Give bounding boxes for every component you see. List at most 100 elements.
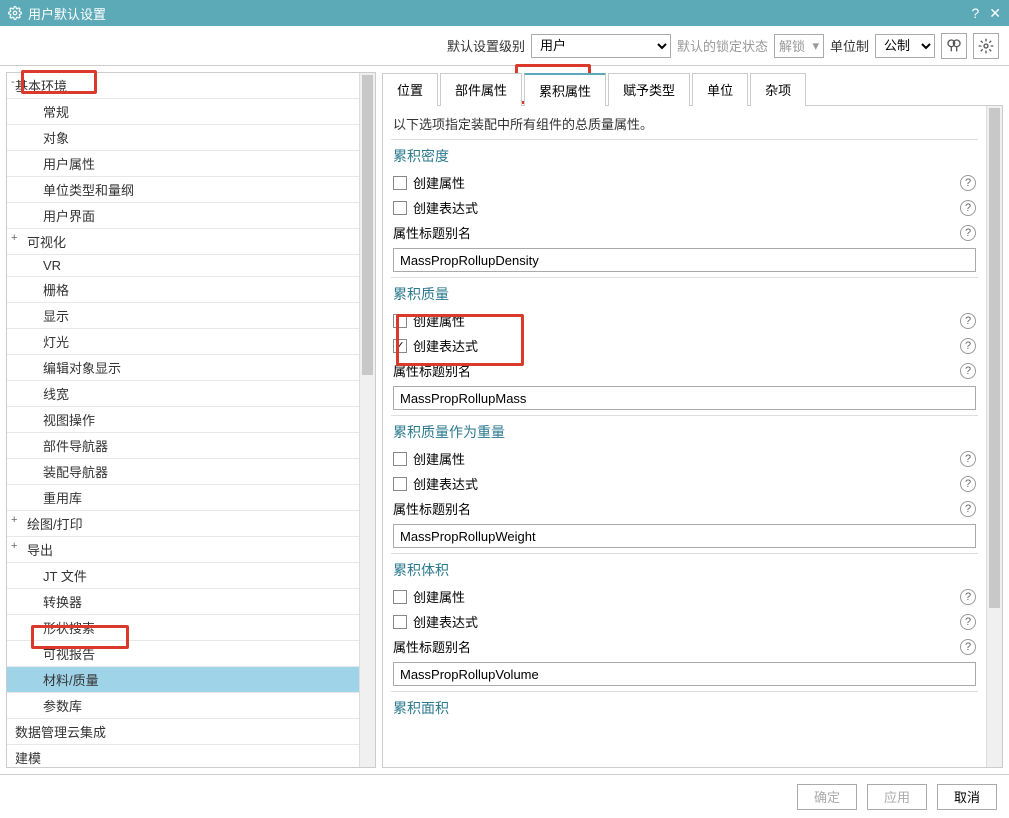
tree-item[interactable]: 显示	[7, 303, 359, 329]
help-icon[interactable]: ?	[960, 639, 976, 655]
search-icon[interactable]	[941, 33, 967, 59]
content-scrollbar[interactable]	[986, 106, 1002, 767]
tree-item[interactable]: 可视报告	[7, 641, 359, 667]
tree-item[interactable]: 灯光	[7, 329, 359, 355]
help-icon[interactable]: ?	[960, 614, 976, 630]
tree-item[interactable]: +导出	[7, 537, 359, 563]
expand-icon[interactable]: +	[11, 514, 17, 526]
tree-item[interactable]: -基本环境	[7, 73, 359, 99]
section: 累积密度创建属性?创建表达式?属性标题别名?	[391, 139, 978, 275]
checkbox[interactable]	[393, 615, 407, 629]
checkbox-label: 创建表达式	[413, 198, 478, 217]
checkbox[interactable]	[393, 314, 407, 328]
tree-item[interactable]: 部件导航器	[7, 433, 359, 459]
tab[interactable]: 位置	[382, 73, 438, 106]
tree-item[interactable]: 用户属性	[7, 151, 359, 177]
checkbox[interactable]	[393, 590, 407, 604]
tree-item[interactable]: 常规	[7, 99, 359, 125]
alias-input[interactable]	[393, 662, 976, 686]
tree-item[interactable]: + 可视化	[7, 229, 359, 255]
tree-item[interactable]: 用户界面	[7, 203, 359, 229]
expand-icon[interactable]: -	[11, 76, 15, 88]
cancel-button[interactable]: 取消	[937, 784, 997, 810]
tree-item[interactable]: 线宽	[7, 381, 359, 407]
tree-item[interactable]: 形状搜索	[7, 615, 359, 641]
help-icon[interactable]: ?	[960, 589, 976, 605]
tree-item[interactable]: +绘图/打印	[7, 511, 359, 537]
help-icon[interactable]: ?	[960, 451, 976, 467]
checkbox-label: 创建表达式	[413, 474, 478, 493]
gear-icon	[8, 6, 22, 20]
tree-scrollbar[interactable]	[359, 73, 375, 767]
unit-label: 单位制	[830, 36, 869, 55]
help-icon[interactable]: ?	[960, 338, 976, 354]
alias-input[interactable]	[393, 524, 976, 548]
expand-icon[interactable]: +	[11, 540, 17, 552]
close-button[interactable]: ✕	[989, 5, 1001, 22]
help-icon[interactable]: ?	[960, 175, 976, 191]
checkbox-label: 创建表达式	[413, 336, 478, 355]
tree-item-label: 单位类型和量纲	[43, 183, 134, 198]
tree-item[interactable]: 数据管理云集成	[7, 719, 359, 745]
checkbox[interactable]	[393, 201, 407, 215]
tree-item[interactable]: VR	[7, 255, 359, 277]
alias-label: 属性标题别名	[393, 361, 471, 380]
alias-label: 属性标题别名	[393, 637, 471, 656]
title-bar: 用户默认设置 ? ✕	[0, 0, 1009, 26]
tree-item[interactable]: 转换器	[7, 589, 359, 615]
checkbox[interactable]	[393, 452, 407, 466]
tree-item-label: 装配导航器	[43, 465, 108, 480]
tree-item-label: JT 文件	[43, 569, 87, 584]
tree-item-label: 数据管理云集成	[15, 725, 106, 740]
lock-label: 默认的锁定状态	[677, 36, 768, 55]
tree-item[interactable]: 重用库	[7, 485, 359, 511]
tab[interactable]: 部件属性	[440, 73, 522, 106]
tree-item[interactable]: JT 文件	[7, 563, 359, 589]
tab[interactable]: 单位	[692, 73, 748, 106]
ok-button[interactable]: 确定	[797, 784, 857, 810]
level-select[interactable]: 用户	[531, 34, 671, 58]
tree-item[interactable]: 装配导航器	[7, 459, 359, 485]
section: 累积面积	[391, 691, 978, 722]
help-icon[interactable]: ?	[960, 476, 976, 492]
tree-item[interactable]: 材料/质量	[7, 667, 359, 693]
footer: 确定 应用 取消	[0, 774, 1009, 818]
apply-button[interactable]: 应用	[867, 784, 927, 810]
tabs: 位置部件属性累积属性赋予类型单位杂项	[382, 72, 1003, 106]
help-icon[interactable]: ?	[960, 363, 976, 379]
tree-item[interactable]: 对象	[7, 125, 359, 151]
tree-item[interactable]: 视图操作	[7, 407, 359, 433]
checkbox[interactable]	[393, 176, 407, 190]
section: 累积质量作为重量创建属性?创建表达式?属性标题别名?	[391, 415, 978, 551]
tree-item[interactable]: 单位类型和量纲	[7, 177, 359, 203]
window-title: 用户默认设置	[28, 4, 106, 23]
tree-item[interactable]: 栅格	[7, 277, 359, 303]
lock-select: 解锁▾	[774, 34, 824, 58]
checkbox-label: 创建属性	[413, 311, 465, 330]
content-panel: 以下选项指定装配中所有组件的总质量属性。 累积密度创建属性?创建表达式?属性标题…	[382, 106, 1003, 768]
unit-select[interactable]: 公制	[875, 34, 935, 58]
nav-tree[interactable]: -基本环境常规对象用户属性单位类型和量纲用户界面 + 可视化 VR栅格显示灯光编辑对象…	[7, 73, 359, 767]
help-icon[interactable]: ?	[960, 225, 976, 241]
alias-input[interactable]	[393, 248, 976, 272]
alias-label: 属性标题别名	[393, 499, 471, 518]
checkbox[interactable]	[393, 477, 407, 491]
tab[interactable]: 累积属性	[524, 73, 606, 106]
settings-icon[interactable]	[973, 33, 999, 59]
expand-icon[interactable]: +	[11, 232, 17, 244]
tab[interactable]: 赋予类型	[608, 73, 690, 106]
tree-item-label: 可视化	[27, 235, 66, 250]
help-icon[interactable]: ?	[960, 501, 976, 517]
tree-item[interactable]: 编辑对象显示	[7, 355, 359, 381]
tab[interactable]: 杂项	[750, 73, 806, 106]
help-icon[interactable]: ?	[960, 200, 976, 216]
alias-label: 属性标题别名	[393, 223, 471, 242]
alias-input[interactable]	[393, 386, 976, 410]
tree-item[interactable]: 建模	[7, 745, 359, 767]
help-icon[interactable]: ?	[960, 313, 976, 329]
help-button[interactable]: ?	[971, 5, 979, 21]
checkbox-label: 创建属性	[413, 173, 465, 192]
checkbox[interactable]: ✓	[393, 339, 407, 353]
tree-item-label: 重用库	[43, 491, 82, 506]
tree-item[interactable]: 参数库	[7, 693, 359, 719]
